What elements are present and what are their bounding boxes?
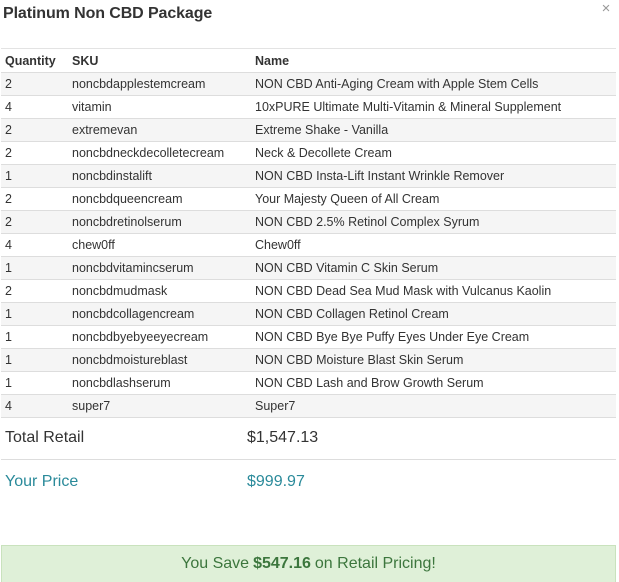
table-row: 1 noncbdinstalift NON CBD Insta-Lift Ins…: [1, 164, 616, 188]
row-quantity: 2: [1, 72, 68, 96]
total-retail-value: $1,547.13: [247, 428, 319, 446]
row-quantity: 4: [1, 394, 68, 418]
savings-banner: You Save $547.16 on Retail Pricing!: [1, 545, 616, 582]
row-sku: noncbdcollagencream: [68, 302, 251, 326]
column-header-name: Name: [251, 48, 616, 73]
row-name: Super7: [251, 394, 616, 418]
row-sku: noncbdbyebyeeyecream: [68, 325, 251, 349]
row-name: NON CBD 2.5% Retinol Complex Syrum: [251, 210, 616, 234]
table-row: 1 noncbdcollagencream NON CBD Collagen R…: [1, 302, 616, 326]
row-quantity: 2: [1, 141, 68, 165]
row-sku: extremevan: [68, 118, 251, 142]
row-quantity: 4: [1, 233, 68, 257]
table-row: 4 vitamin 10xPURE Ultimate Multi-Vitamin…: [1, 95, 616, 119]
row-quantity: 1: [1, 371, 68, 395]
row-name: NON CBD Dead Sea Mud Mask with Vulcanus …: [251, 279, 616, 303]
row-sku: super7: [68, 394, 251, 418]
total-retail-row: Total Retail $1,547.13: [1, 416, 616, 460]
row-quantity: 2: [1, 279, 68, 303]
your-price-label: Your Price: [5, 472, 79, 490]
row-sku: vitamin: [68, 95, 251, 119]
table-row: 1 noncbdmoistureblast NON CBD Moisture B…: [1, 348, 616, 372]
column-header-quantity: Quantity: [1, 48, 68, 73]
row-quantity: 1: [1, 164, 68, 188]
package-items-table: Quantity SKU Name 2 noncbdapplestemcream…: [1, 48, 616, 418]
row-name: 10xPURE Ultimate Multi-Vitamin & Mineral…: [251, 95, 616, 119]
table-row: 4 super7 Super7: [1, 394, 616, 418]
your-price-value: $999.97: [247, 472, 305, 490]
row-quantity: 4: [1, 95, 68, 119]
table-row: 2 noncbdapplestemcream NON CBD Anti-Agin…: [1, 72, 616, 96]
table-row: 2 noncbdretinolserum NON CBD 2.5% Retino…: [1, 210, 616, 234]
row-sku: noncbdapplestemcream: [68, 72, 251, 96]
table-row: 4 chew0ff Chew0ff: [1, 233, 616, 257]
row-quantity: 1: [1, 325, 68, 349]
table-row: 1 noncbdlashserum NON CBD Lash and Brow …: [1, 371, 616, 395]
row-name: NON CBD Bye Bye Puffy Eyes Under Eye Cre…: [251, 325, 616, 349]
row-name: NON CBD Vitamin C Skin Serum: [251, 256, 616, 280]
table-row: 2 noncbdneckdecolletecream Neck & Decoll…: [1, 141, 616, 165]
table-row: 2 noncbdqueencream Your Majesty Queen of…: [1, 187, 616, 211]
row-quantity: 2: [1, 187, 68, 211]
row-sku: noncbdinstalift: [68, 164, 251, 188]
row-name: NON CBD Moisture Blast Skin Serum: [251, 348, 616, 372]
row-sku: chew0ff: [68, 233, 251, 257]
column-header-sku: SKU: [68, 48, 251, 73]
row-sku: noncbdmoistureblast: [68, 348, 251, 372]
row-sku: noncbdvitamincserum: [68, 256, 251, 280]
close-icon[interactable]: ×: [599, 1, 613, 17]
row-quantity: 1: [1, 302, 68, 326]
your-price-row: Your Price $999.97: [1, 460, 616, 503]
row-name: NON CBD Anti-Aging Cream with Apple Stem…: [251, 72, 616, 96]
total-retail-label: Total Retail: [5, 428, 85, 446]
row-quantity: 2: [1, 210, 68, 234]
table-row: 2 noncbdmudmask NON CBD Dead Sea Mud Mas…: [1, 279, 616, 303]
savings-amount: $547.16: [253, 555, 311, 572]
savings-suffix: on Retail Pricing!: [314, 555, 436, 572]
row-sku: noncbdqueencream: [68, 187, 251, 211]
row-name: Extreme Shake - Vanilla: [251, 118, 616, 142]
modal-title: Platinum Non CBD Package: [3, 5, 213, 22]
savings-prefix: You Save: [181, 555, 250, 572]
row-name: Neck & Decollete Cream: [251, 141, 616, 165]
package-modal: Platinum Non CBD Package × Quantity SKU …: [0, 0, 619, 582]
row-quantity: 1: [1, 256, 68, 280]
row-sku: noncbdlashserum: [68, 371, 251, 395]
table-header-row: Quantity SKU Name: [1, 48, 616, 73]
row-sku: noncbdretinolserum: [68, 210, 251, 234]
row-quantity: 1: [1, 348, 68, 372]
row-sku: noncbdneckdecolletecream: [68, 141, 251, 165]
row-name: Chew0ff: [251, 233, 616, 257]
table-row: 1 noncbdvitamincserum NON CBD Vitamin C …: [1, 256, 616, 280]
row-name: NON CBD Insta-Lift Instant Wrinkle Remov…: [251, 164, 616, 188]
table-row: 1 noncbdbyebyeeyecream NON CBD Bye Bye P…: [1, 325, 616, 349]
row-name: NON CBD Collagen Retinol Cream: [251, 302, 616, 326]
table-row: 2 extremevan Extreme Shake - Vanilla: [1, 118, 616, 142]
row-quantity: 2: [1, 118, 68, 142]
row-name: NON CBD Lash and Brow Growth Serum: [251, 371, 616, 395]
row-name: Your Majesty Queen of All Cream: [251, 187, 616, 211]
row-sku: noncbdmudmask: [68, 279, 251, 303]
